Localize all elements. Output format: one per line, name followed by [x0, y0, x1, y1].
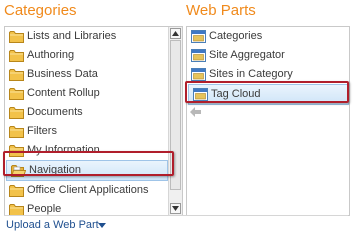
- webpart-item-sites-in-category[interactable]: Sites in Category: [187, 65, 349, 84]
- scroll-up-button[interactable]: [170, 28, 181, 39]
- webpart-item-label: Sites in Category: [209, 68, 293, 80]
- category-item-office-client-applications[interactable]: Office Client Applications: [5, 181, 168, 200]
- webpart-icon: [193, 88, 208, 101]
- webpart-item-categories[interactable]: Categories: [187, 27, 349, 46]
- scroll-down-arrow-icon: [172, 206, 179, 211]
- dropdown-arrow-icon[interactable]: [98, 223, 106, 228]
- scroll-up-arrow-icon: [172, 31, 179, 36]
- category-item-my-information[interactable]: My Information: [5, 141, 168, 160]
- categories-heading: Categories: [4, 2, 77, 19]
- category-item-navigation[interactable]: Navigation: [6, 160, 168, 181]
- folder-icon: [9, 87, 24, 100]
- folder-icon: [9, 30, 24, 43]
- category-item-label: Office Client Applications: [27, 184, 149, 196]
- webparts-heading: Web Parts: [186, 2, 256, 19]
- scroll-thumb[interactable]: [170, 40, 181, 190]
- webpart-item-label: Tag Cloud: [211, 88, 261, 100]
- category-item-label: Authoring: [27, 49, 75, 61]
- webpart-icon: [191, 68, 206, 81]
- scroll-down-button[interactable]: [170, 203, 181, 214]
- folder-icon: [9, 49, 24, 62]
- webparts-list: Categories Site Aggregator Sites in Catego…: [187, 27, 349, 105]
- category-item-label: People: [27, 203, 62, 215]
- category-item-label: Business Data: [27, 68, 98, 80]
- category-item-documents[interactable]: Documents: [5, 103, 168, 122]
- folder-icon: [9, 184, 24, 197]
- folder-icon: [9, 125, 24, 138]
- webpart-item-label: Categories: [209, 30, 263, 42]
- category-item-business-data[interactable]: Business Data: [5, 65, 168, 84]
- categories-list: Lists and Libraries Authoring Business Dat…: [5, 27, 182, 215]
- folder-icon: [9, 144, 24, 157]
- footer-divider: [4, 215, 348, 216]
- folder-icon: [9, 68, 24, 81]
- category-item-label: Lists and Libraries: [27, 30, 117, 42]
- webparts-list-panel: Categories Site Aggregator Sites in Catego…: [186, 26, 350, 216]
- webpart-icon: [191, 30, 206, 43]
- category-item-authoring[interactable]: Authoring: [5, 46, 168, 65]
- folder-icon: [9, 106, 24, 119]
- webpart-item-label: Site Aggregator: [209, 49, 285, 61]
- categories-scrollbar[interactable]: [168, 27, 182, 215]
- category-item-people[interactable]: People: [5, 200, 168, 215]
- back-arrow-icon[interactable]: [190, 107, 201, 117]
- webpart-item-tag-cloud[interactable]: Tag Cloud: [188, 84, 349, 105]
- category-item-label: Documents: [27, 106, 83, 118]
- category-item-lists-and-libraries[interactable]: Lists and Libraries: [5, 27, 168, 46]
- folder-icon: [11, 164, 26, 177]
- category-item-label: Filters: [27, 125, 57, 137]
- category-item-label: Content Rollup: [27, 87, 100, 99]
- category-item-label: Navigation: [29, 164, 81, 176]
- categories-list-panel: Lists and Libraries Authoring Business Dat…: [4, 26, 183, 216]
- category-item-content-rollup[interactable]: Content Rollup: [5, 84, 168, 103]
- category-item-filters[interactable]: Filters: [5, 122, 168, 141]
- webpart-item-site-aggregator[interactable]: Site Aggregator: [187, 46, 349, 65]
- upload-web-part-link[interactable]: Upload a Web Part: [6, 219, 99, 231]
- webpart-icon: [191, 49, 206, 62]
- category-item-label: My Information: [27, 144, 100, 156]
